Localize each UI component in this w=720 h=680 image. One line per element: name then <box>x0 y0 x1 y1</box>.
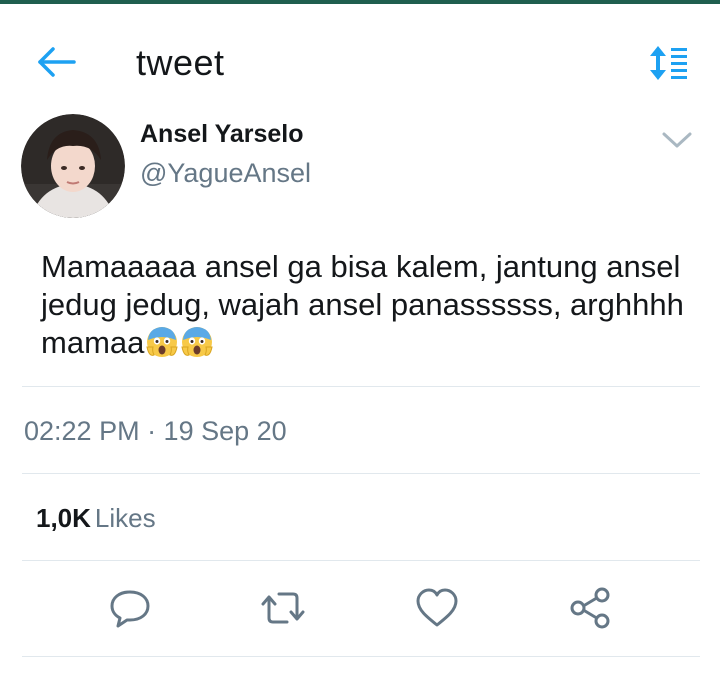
heart-icon <box>416 588 458 627</box>
retweet-button[interactable] <box>259 584 307 632</box>
arrow-left-icon <box>38 47 76 77</box>
tweet-body: Mamaaaaa ansel ga bisa kalem, jantung an… <box>41 249 684 360</box>
divider <box>22 473 700 474</box>
back-button[interactable] <box>34 42 78 82</box>
page-title: tweet <box>136 42 225 83</box>
sort-list-icon <box>650 46 687 80</box>
author-name[interactable]: Ansel Yarselo <box>140 120 304 149</box>
app-bar: tweet <box>0 4 720 104</box>
face-screaming-icon <box>146 327 178 357</box>
likes-summary[interactable]: 1,0K Likes <box>36 503 156 534</box>
author-handle[interactable]: @YagueAnsel <box>140 158 311 189</box>
share-icon <box>570 587 610 629</box>
divider <box>22 386 700 387</box>
reply-button[interactable] <box>106 584 154 632</box>
chevron-down-icon <box>662 132 692 148</box>
more-options-button[interactable] <box>660 126 694 154</box>
like-button[interactable] <box>413 584 461 632</box>
reply-icon <box>110 590 150 628</box>
tweet-timestamp: 02:22 PM · 19 Sep 20 <box>24 416 287 446</box>
share-button[interactable] <box>566 584 614 632</box>
divider <box>22 656 700 657</box>
avatar[interactable] <box>21 114 125 218</box>
tweet-detail-screen: tweet Ansel Yarselo @YagueAnsel Mamaaaaa… <box>0 0 720 680</box>
avatar-photo <box>21 114 125 218</box>
face-screaming-icon <box>181 327 213 357</box>
divider <box>22 560 700 561</box>
sort-button[interactable] <box>646 44 690 84</box>
likes-count: 1,0K <box>36 503 91 533</box>
retweet-icon <box>261 592 305 624</box>
tweet-text: Mamaaaaa ansel ga bisa kalem, jantung an… <box>41 248 691 362</box>
likes-label: Likes <box>94 503 156 533</box>
